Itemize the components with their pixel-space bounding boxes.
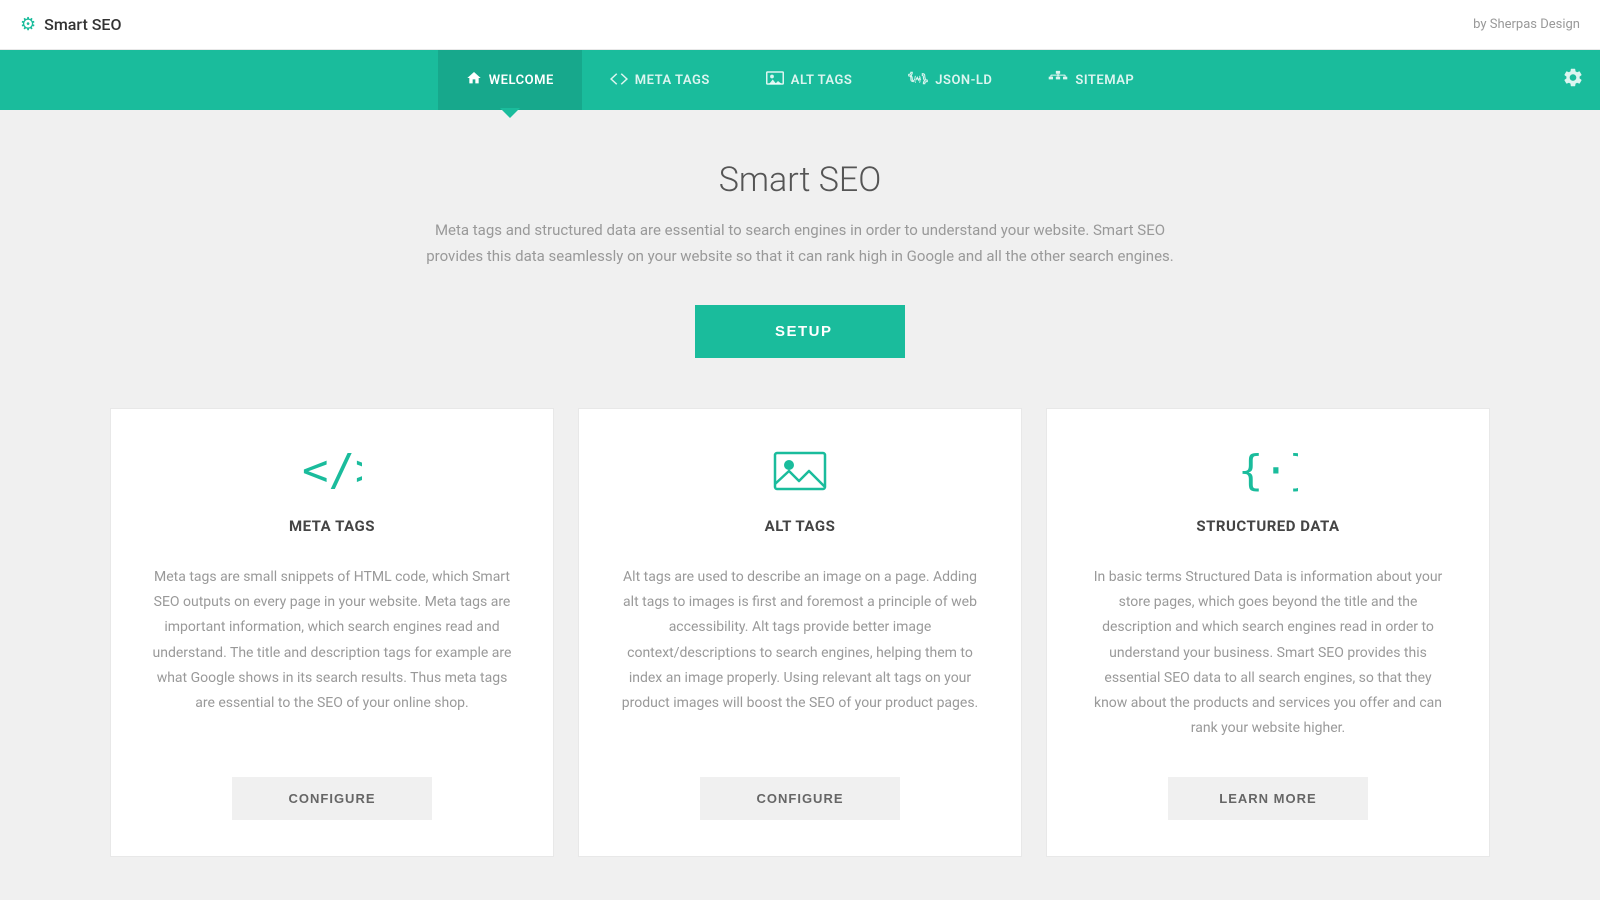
nav-label-welcome: WELCOME <box>489 73 554 88</box>
nav-label-json-ld: JSON-LD <box>935 73 992 88</box>
nav-item-alt-tags[interactable]: ALT TAGS <box>738 50 881 110</box>
app-logo: ⚙ Smart SEO <box>20 14 122 35</box>
top-bar: ⚙ Smart SEO by Sherpas Design <box>0 0 1600 50</box>
nav-item-meta-tags[interactable]: META TAGS <box>582 50 738 110</box>
structured-data-icon: {·} <box>1238 449 1298 501</box>
sitemap-icon <box>1048 70 1068 90</box>
code-icon <box>610 71 628 90</box>
nav-item-sitemap[interactable]: SITEMAP <box>1020 50 1162 110</box>
card-meta-tags-desc: Meta tags are small snippets of HTML cod… <box>151 565 513 741</box>
card-alt-tags: ALT TAGS Alt tags are used to describe a… <box>578 408 1022 857</box>
nav-label-sitemap: SITEMAP <box>1075 73 1134 88</box>
nav-label-alt-tags: ALT TAGS <box>791 73 853 88</box>
page-title: Smart SEO <box>719 160 882 200</box>
main-content: Smart SEO Meta tags and structured data … <box>0 110 1600 897</box>
braces-icon: {·} <box>908 70 928 90</box>
configure-alt-tags-button[interactable]: CONFIGURE <box>700 777 900 820</box>
nav-label-meta-tags: META TAGS <box>635 73 710 88</box>
card-meta-tags: </> META TAGS Meta tags are small snippe… <box>110 408 554 857</box>
code-brackets-icon: </> <box>302 449 362 501</box>
gear-icon: ⚙ <box>20 14 36 35</box>
configure-meta-tags-button[interactable]: CONFIGURE <box>232 777 432 820</box>
navigation: WELCOME META TAGS ALT TAGS <box>0 50 1600 110</box>
card-structured-data-desc: In basic terms Structured Data is inform… <box>1087 565 1449 741</box>
card-alt-tags-title: ALT TAGS <box>765 517 836 535</box>
card-structured-data: {·} STRUCTURED DATA In basic terms Struc… <box>1046 408 1490 857</box>
nav-items: WELCOME META TAGS ALT TAGS <box>438 50 1162 110</box>
card-structured-data-title: STRUCTURED DATA <box>1196 517 1339 535</box>
home-icon <box>466 70 482 90</box>
image-landscape-icon <box>773 449 827 501</box>
page-subtitle: Meta tags and structured data are essent… <box>410 218 1190 269</box>
svg-text:</>: </> <box>302 449 362 493</box>
card-alt-tags-desc: Alt tags are used to describe an image o… <box>619 565 981 741</box>
image-icon <box>766 70 784 90</box>
nav-item-json-ld[interactable]: {·} JSON-LD <box>880 50 1020 110</box>
settings-icon[interactable] <box>1562 67 1584 94</box>
learn-more-button[interactable]: LEARN MORE <box>1168 777 1368 820</box>
svg-text:{·}: {·} <box>914 75 922 84</box>
card-meta-tags-title: META TAGS <box>289 517 375 535</box>
app-title: Smart SEO <box>44 15 121 34</box>
credit-text: by Sherpas Design <box>1473 17 1580 32</box>
cards-row: </> META TAGS Meta tags are small snippe… <box>110 408 1490 857</box>
setup-button[interactable]: SETUP <box>695 305 905 358</box>
svg-text:{·}: {·} <box>1238 449 1298 493</box>
nav-item-welcome[interactable]: WELCOME <box>438 50 582 110</box>
